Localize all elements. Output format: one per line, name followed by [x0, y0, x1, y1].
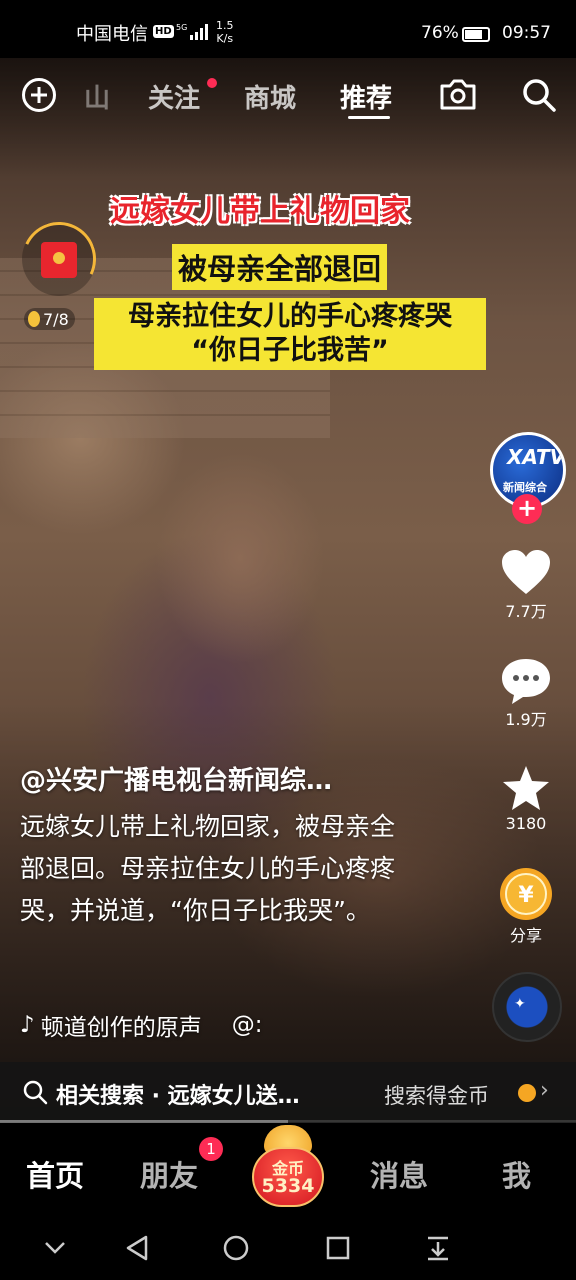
home-icon[interactable]: [222, 1234, 250, 1262]
camera-icon[interactable]: [438, 76, 478, 112]
top-nav: 山 关注 商城 推荐: [0, 70, 576, 120]
gold-coin-icon: [518, 1084, 536, 1102]
speed-unit: K/s: [216, 32, 234, 45]
heart-icon: [502, 550, 550, 594]
music-disc[interactable]: ✦: [492, 972, 562, 1042]
star-icon: [503, 766, 549, 810]
hd-badge: HD: [153, 25, 174, 38]
recents-icon[interactable]: [324, 1234, 352, 1262]
collapse-chevron-icon[interactable]: [42, 1234, 68, 1260]
active-tab-underline: [348, 116, 390, 119]
tab-mountain[interactable]: 山: [84, 78, 110, 115]
music-note-icon: ♪: [20, 1012, 35, 1038]
share-label: 分享: [509, 926, 542, 945]
speed-value: 1.5: [216, 19, 234, 32]
tab-mall[interactable]: 商城: [244, 78, 296, 115]
comment-icon: [502, 659, 550, 704]
comment-count: 1.9万: [505, 710, 547, 729]
system-nav-bar: [0, 1220, 576, 1280]
favorite-count: 3180: [505, 814, 547, 833]
like-count: 7.7万: [505, 602, 547, 621]
bottom-tab-bar: 首页 朋友 1 金币 5334 消息 我: [0, 1123, 576, 1220]
search-icon: [23, 1080, 48, 1105]
music-info[interactable]: ♪ 顿道创作的原声 @:: [20, 1008, 262, 1042]
battery-icon: [462, 27, 490, 42]
coin-button[interactable]: 金币 5334: [250, 1125, 326, 1207]
coin-value: 5334: [261, 1175, 315, 1197]
author-name[interactable]: @兴安广播电视台新闻综…: [20, 760, 332, 797]
avatar-logo: XATV: [507, 445, 566, 469]
music-mention: @:: [231, 1012, 263, 1038]
search-earn-coins: 搜索得金币: [384, 1084, 489, 1108]
tab-recommend[interactable]: 推荐: [340, 78, 392, 115]
add-icon[interactable]: [22, 78, 56, 112]
chevron-right-icon: ›: [540, 1078, 549, 1103]
following-new-dot: [207, 78, 217, 88]
svg-text:5G: 5G: [176, 23, 187, 32]
avatar-label: 新闻综合: [503, 481, 547, 494]
post-description: 远嫁女儿带上礼物回家，被母亲全部退回。母亲拉住女儿的手心疼疼哭，并说道，“你日子…: [20, 812, 396, 925]
caption-line-1: 远嫁女儿带上礼物回家: [110, 194, 410, 229]
related-search-bar[interactable]: 相关搜索 · 远嫁女儿送… 搜索得金币 ›: [0, 1062, 576, 1122]
coin-yuan-icon: ¥: [500, 868, 552, 920]
caption-line-4: “你日子比我苦”: [191, 335, 389, 366]
disc-logo-icon: ✦: [514, 996, 526, 1012]
network-speed: 1.5 K/s: [216, 19, 234, 45]
caption-line-3: 母亲拉住女儿的手心疼疼哭: [128, 301, 452, 332]
svg-text:¥: ¥: [518, 883, 534, 908]
golden-egg-icon: [28, 311, 40, 327]
share-button[interactable]: ¥ 分享: [488, 866, 564, 946]
comment-button[interactable]: 1.9万: [488, 656, 564, 730]
tab-following[interactable]: 关注: [148, 78, 200, 115]
red-packet-widget[interactable]: [11, 211, 107, 307]
notification-pulldown-icon[interactable]: [424, 1234, 452, 1262]
tab-friends[interactable]: 朋友: [140, 1153, 198, 1195]
carrier-label: 中国电信: [76, 24, 148, 45]
friends-badge: 1: [199, 1137, 223, 1161]
tab-messages[interactable]: 消息: [370, 1153, 428, 1195]
clock: 09:57: [502, 23, 551, 43]
related-search-label: 相关搜索 · 远嫁女儿送…: [56, 1084, 300, 1109]
packet-count-text: 7/8: [43, 309, 69, 329]
packet-count: 7/8: [24, 308, 75, 330]
caption-box: 母亲拉住女儿的手心疼疼哭 “你日子比我苦”: [94, 298, 486, 370]
tab-home[interactable]: 首页: [26, 1153, 84, 1195]
favorite-button[interactable]: 3180: [488, 764, 564, 833]
status-bar: 中国电信 HD 5G 1.5 K/s 76% 09:57: [0, 0, 576, 58]
search-icon[interactable]: [520, 76, 558, 114]
like-button[interactable]: 7.7万: [488, 548, 564, 622]
signal-icon: 5G: [176, 23, 208, 40]
red-envelope-icon: [41, 242, 77, 278]
caption-line-2: 被母亲全部退回: [172, 244, 388, 290]
battery-percent: 76%: [421, 23, 459, 43]
back-icon[interactable]: [124, 1234, 152, 1262]
tab-me[interactable]: 我: [502, 1153, 531, 1195]
follow-button[interactable]: +: [512, 494, 542, 524]
music-title: 顿道创作的原声: [40, 1015, 202, 1041]
